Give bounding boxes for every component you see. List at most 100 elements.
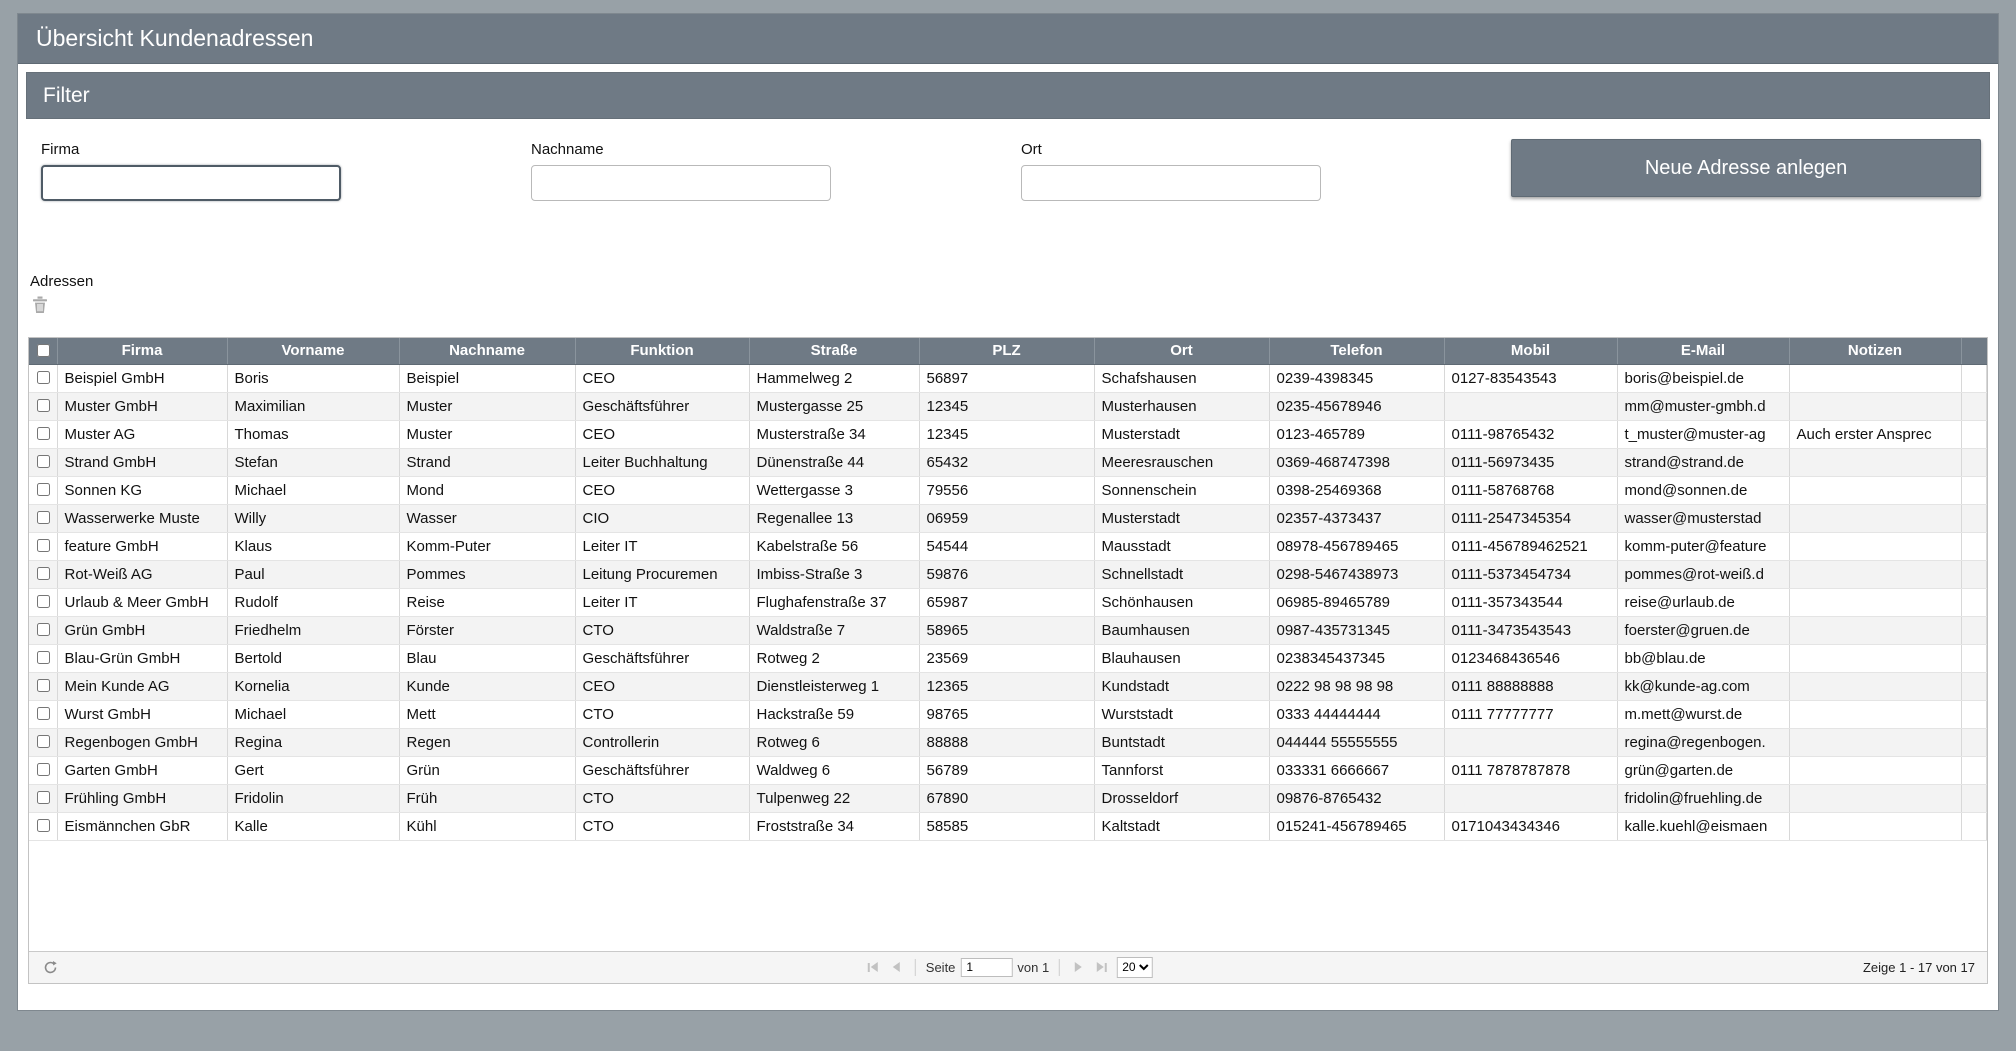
table-cell[interactable]: 12345 — [919, 420, 1094, 448]
table-cell[interactable]: 09876-8765432 — [1269, 784, 1444, 812]
table-cell[interactable]: Blauhausen — [1094, 644, 1269, 672]
table-cell[interactable]: Baumhausen — [1094, 616, 1269, 644]
table-cell[interactable]: foerster@gruen.de — [1617, 616, 1789, 644]
table-cell[interactable]: Wasser — [399, 504, 575, 532]
table-cell[interactable] — [1789, 392, 1961, 420]
table-cell[interactable]: 0111-56973435 — [1444, 448, 1617, 476]
table-cell[interactable]: feature GmbH — [57, 532, 227, 560]
table-cell[interactable]: Musterhausen — [1094, 392, 1269, 420]
table-cell[interactable]: Strand — [399, 448, 575, 476]
table-cell[interactable]: Geschäftsführer — [575, 392, 749, 420]
table-cell[interactable] — [1789, 504, 1961, 532]
column-header[interactable]: Mobil — [1444, 338, 1617, 364]
table-cell[interactable]: Muster AG — [57, 420, 227, 448]
table-cell[interactable]: 12345 — [919, 392, 1094, 420]
table-cell[interactable]: Muster GmbH — [57, 392, 227, 420]
table-row[interactable]: Muster AGThomasMusterCEOMusterstraße 341… — [29, 420, 1987, 448]
table-cell[interactable] — [1789, 700, 1961, 728]
column-header[interactable]: Vorname — [227, 338, 399, 364]
table-cell[interactable]: Rudolf — [227, 588, 399, 616]
table-cell[interactable]: Leitung Procuremen — [575, 560, 749, 588]
table-row[interactable]: Grün GmbHFriedhelmFörsterCTOWaldstraße 7… — [29, 616, 1987, 644]
table-cell[interactable]: 06985-89465789 — [1269, 588, 1444, 616]
table-cell[interactable]: 79556 — [919, 476, 1094, 504]
table-cell[interactable]: regina@regenbogen. — [1617, 728, 1789, 756]
table-cell[interactable] — [1789, 644, 1961, 672]
table-cell[interactable]: Garten GmbH — [57, 756, 227, 784]
table-cell[interactable]: 12365 — [919, 672, 1094, 700]
firma-input[interactable] — [41, 165, 341, 201]
table-cell[interactable]: Reise — [399, 588, 575, 616]
table-cell[interactable]: Musterstraße 34 — [749, 420, 919, 448]
row-checkbox[interactable] — [37, 623, 50, 636]
table-cell[interactable]: m.mett@wurst.de — [1617, 700, 1789, 728]
table-cell[interactable]: Buntstadt — [1094, 728, 1269, 756]
row-checkbox[interactable] — [37, 371, 50, 384]
table-cell[interactable]: 0222 98 98 98 98 — [1269, 672, 1444, 700]
table-cell[interactable]: Regen — [399, 728, 575, 756]
table-row[interactable]: feature GmbHKlausKomm-PuterLeiter ITKabe… — [29, 532, 1987, 560]
table-cell[interactable]: 0238345437345 — [1269, 644, 1444, 672]
row-checkbox[interactable] — [37, 651, 50, 664]
table-cell[interactable]: Auch erster Ansprec — [1789, 420, 1961, 448]
page-input[interactable] — [960, 958, 1012, 977]
table-cell[interactable]: kalle.kuehl@eismaen — [1617, 812, 1789, 840]
table-cell[interactable]: Gert — [227, 756, 399, 784]
table-cell[interactable]: Tulpenweg 22 — [749, 784, 919, 812]
table-cell[interactable]: mond@sonnen.de — [1617, 476, 1789, 504]
table-cell[interactable]: CTO — [575, 812, 749, 840]
table-cell[interactable] — [1789, 364, 1961, 392]
column-header[interactable]: Straße — [749, 338, 919, 364]
table-cell[interactable]: Musterstadt — [1094, 420, 1269, 448]
table-cell[interactable] — [1444, 728, 1617, 756]
table-cell[interactable]: CTO — [575, 616, 749, 644]
table-row[interactable]: Wasserwerke MusteWillyWasserCIORegenalle… — [29, 504, 1987, 532]
table-cell[interactable]: Musterstadt — [1094, 504, 1269, 532]
table-cell[interactable]: pommes@rot-weiß.d — [1617, 560, 1789, 588]
table-cell[interactable]: Rotweg 6 — [749, 728, 919, 756]
table-cell[interactable] — [1789, 476, 1961, 504]
table-cell[interactable]: Rot-Weiß AG — [57, 560, 227, 588]
table-cell[interactable]: Geschäftsführer — [575, 756, 749, 784]
table-cell[interactable]: Grün GmbH — [57, 616, 227, 644]
column-header[interactable]: Nachname — [399, 338, 575, 364]
table-cell[interactable]: fridolin@fruehling.de — [1617, 784, 1789, 812]
nachname-input[interactable] — [531, 165, 831, 201]
table-cell[interactable]: 59876 — [919, 560, 1094, 588]
table-cell[interactable]: Geschäftsführer — [575, 644, 749, 672]
table-cell[interactable]: Pommes — [399, 560, 575, 588]
row-checkbox[interactable] — [37, 819, 50, 832]
table-cell[interactable] — [1444, 784, 1617, 812]
table-cell[interactable]: CEO — [575, 420, 749, 448]
table-cell[interactable]: Boris — [227, 364, 399, 392]
ort-input[interactable] — [1021, 165, 1321, 201]
table-cell[interactable]: Wurst GmbH — [57, 700, 227, 728]
table-cell[interactable]: Regina — [227, 728, 399, 756]
table-cell[interactable]: Kalle — [227, 812, 399, 840]
table-cell[interactable]: kk@kunde-ag.com — [1617, 672, 1789, 700]
table-row[interactable]: Wurst GmbHMichaelMettCTOHackstraße 59987… — [29, 700, 1987, 728]
table-cell[interactable]: Waldstraße 7 — [749, 616, 919, 644]
table-cell[interactable]: grün@garten.de — [1617, 756, 1789, 784]
table-cell[interactable]: 0987-435731345 — [1269, 616, 1444, 644]
table-cell[interactable]: 044444 55555555 — [1269, 728, 1444, 756]
row-checkbox[interactable] — [37, 595, 50, 608]
table-cell[interactable]: Leiter IT — [575, 588, 749, 616]
table-cell[interactable]: Regenbogen GmbH — [57, 728, 227, 756]
column-header[interactable]: Ort — [1094, 338, 1269, 364]
table-cell[interactable]: 0123-465789 — [1269, 420, 1444, 448]
table-cell[interactable]: Wasserwerke Muste — [57, 504, 227, 532]
table-row[interactable]: Mein Kunde AGKorneliaKundeCEODienstleist… — [29, 672, 1987, 700]
table-cell[interactable] — [1789, 588, 1961, 616]
table-cell[interactable]: Tannforst — [1094, 756, 1269, 784]
column-header[interactable]: E-Mail — [1617, 338, 1789, 364]
table-cell[interactable]: mm@muster-gmbh.d — [1617, 392, 1789, 420]
table-cell[interactable]: Schnellstadt — [1094, 560, 1269, 588]
table-cell[interactable] — [1789, 448, 1961, 476]
table-cell[interactable]: Hammelweg 2 — [749, 364, 919, 392]
table-row[interactable]: Urlaub & Meer GmbHRudolfReiseLeiter ITFl… — [29, 588, 1987, 616]
table-cell[interactable]: CEO — [575, 672, 749, 700]
table-cell[interactable]: 0171043434346 — [1444, 812, 1617, 840]
column-header[interactable]: Firma — [57, 338, 227, 364]
table-cell[interactable]: Regenallee 13 — [749, 504, 919, 532]
